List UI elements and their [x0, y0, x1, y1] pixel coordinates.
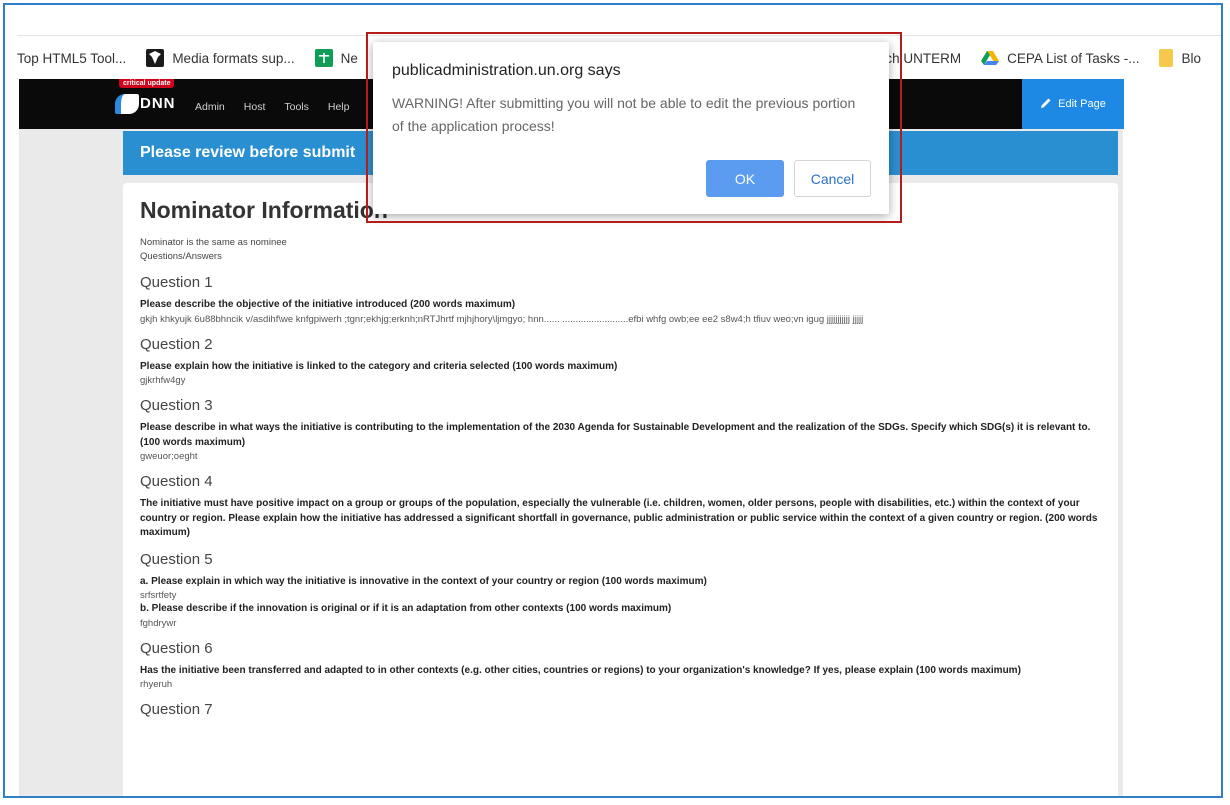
bookmark-item[interactable]: Ne — [314, 49, 358, 67]
question-prompt: Please describe in what ways the initiat… — [140, 422, 1091, 448]
dnn-nav: Admin Host Tools Help — [195, 101, 368, 113]
nav-help[interactable]: Help — [328, 101, 350, 113]
question-prompt: Please describe the objective of the ini… — [140, 299, 516, 310]
question-answer: gjkrhfw4gy — [140, 375, 186, 386]
dnn-logo-icon — [115, 94, 139, 114]
critical-update-badge[interactable]: critical update — [119, 79, 175, 88]
ok-button[interactable]: OK — [706, 160, 784, 197]
page-content: Please review before submit Nominator In… — [19, 129, 1123, 796]
question-block: Question 6 Has the initiative been trans… — [140, 640, 1101, 692]
alert-dialog: publicadministration.un.org says WARNING… — [373, 42, 889, 214]
question-prompt: Please explain how the initiative is lin… — [140, 360, 618, 372]
question-title: Question 1 — [140, 274, 213, 291]
question-title: Question 4 — [140, 473, 213, 490]
question-block: Question 5 a. Please explain in which wa… — [140, 551, 1101, 630]
drive-icon — [981, 49, 1000, 67]
question-answer: gweuor;oeght — [140, 451, 198, 462]
bookmark-label: Top HTML5 Tool... — [17, 50, 127, 66]
question-title: Question 3 — [140, 397, 213, 414]
folder-icon — [1159, 49, 1174, 67]
review-card: Nominator Information Nominator is the s… — [123, 183, 1118, 796]
bookmark-item[interactable]: CEPA List of Tasks -... — [981, 49, 1139, 67]
nav-tools[interactable]: Tools — [284, 101, 309, 113]
qa-label: Questions/Answers — [140, 251, 222, 262]
question-answer: gkjh khkyujk 6u88bhncik v/asdihf\we knfg… — [140, 313, 864, 325]
pencil-icon — [1040, 97, 1052, 112]
bookmark-label: Ne — [340, 50, 358, 66]
nominator-note: Nominator is the same as nominee — [140, 237, 287, 248]
sheets-icon — [314, 49, 333, 67]
question-title: Question 5 — [140, 550, 213, 568]
bookmark-item[interactable]: Media formats sup... — [146, 49, 295, 67]
dialog-message: WARNING! After submitting you will not b… — [392, 95, 856, 134]
mdn-icon — [146, 49, 165, 67]
question-block: Question 3 Please describe in what ways … — [140, 397, 1101, 463]
question-block: Question 7 — [140, 701, 1101, 718]
nav-admin[interactable]: Admin — [195, 101, 225, 113]
dnn-logo-text[interactable]: DNN — [140, 95, 176, 112]
question-prompt: Has the initiative been transferred and … — [140, 664, 1021, 676]
question-answer: rhyeruh — [140, 679, 173, 690]
cancel-button[interactable]: Cancel — [794, 160, 871, 197]
dialog-buttons: OK Cancel — [706, 160, 871, 197]
question-title: Question 6 — [140, 639, 213, 657]
question-answer: srfsrtfety — [140, 590, 177, 601]
nav-host[interactable]: Host — [244, 101, 266, 113]
question-block: Question 2 Please explain how the initia… — [140, 336, 1101, 388]
browser-chrome-top — [5, 5, 1221, 35]
question-answer-b: fghdrywr — [140, 617, 177, 629]
bookmark-label: Blo — [1181, 50, 1201, 66]
question-prompt: a. Please explain in which way the initi… — [140, 575, 707, 587]
question-block: Question 4 The initiative must have posi… — [140, 473, 1101, 541]
question-block: Question 1 Please describe the objective… — [140, 274, 1101, 326]
question-title: Question 2 — [140, 335, 213, 353]
bookmark-item[interactable]: Top HTML5 Tool... — [17, 51, 126, 66]
dialog-origin: publicadministration.un.org says — [392, 62, 621, 79]
bookmark-label: CEPA List of Tasks -... — [1007, 50, 1140, 66]
edit-page-button[interactable]: Edit Page — [1022, 79, 1124, 129]
question-title: Question 7 — [140, 701, 213, 718]
question-prompt: The initiative must have positive impact… — [140, 498, 1098, 538]
bookmark-item[interactable]: Blo — [1159, 49, 1201, 67]
bookmark-label: Media formats sup... — [172, 50, 295, 66]
question-prompt-b: b. Please describe if the innovation is … — [140, 603, 672, 614]
edit-page-label: Edit Page — [1058, 98, 1106, 110]
screenshot-frame: Top HTML5 Tool... Media formats sup... N… — [3, 3, 1223, 798]
